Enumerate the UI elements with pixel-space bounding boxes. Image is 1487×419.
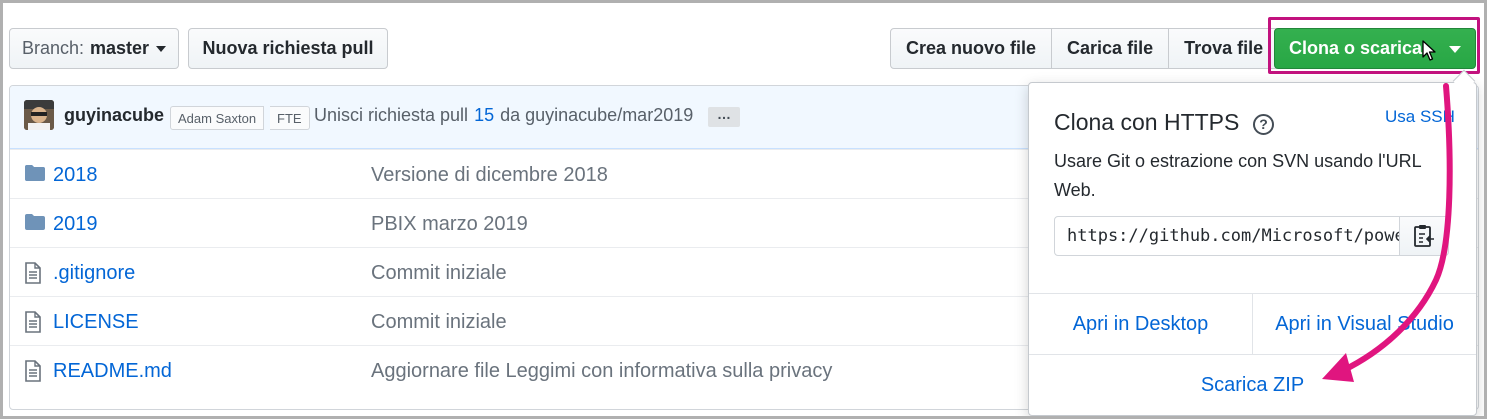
find-file-button[interactable]: Trova file xyxy=(1169,28,1280,69)
upload-files-button[interactable]: Carica file xyxy=(1052,28,1170,69)
expand-commit-button[interactable]: … xyxy=(708,107,740,127)
branch-prefix-label: Branch: xyxy=(21,38,84,58)
copy-url-button[interactable] xyxy=(1399,216,1449,256)
file-commit-message[interactable]: Commit iniziale xyxy=(371,311,507,334)
new-pull-request-button[interactable]: Nuova richiesta pull xyxy=(188,28,388,69)
clone-https-title: Clona con HTTPS xyxy=(1054,109,1240,135)
coauthor-tag: Adam Saxton xyxy=(170,106,265,130)
folder-icon xyxy=(25,165,45,181)
avatar[interactable] xyxy=(24,100,54,130)
clone-url-field[interactable]: https://github.com/Microsoft/powerbi-des… xyxy=(1054,216,1400,256)
commit-author-link[interactable]: guyinacube xyxy=(64,105,164,126)
folder-icon xyxy=(25,214,45,230)
file-commit-message[interactable]: Aggiornare file Leggimi con informativa … xyxy=(371,360,832,383)
pull-request-link[interactable]: 15 xyxy=(474,105,494,125)
branch-name-label: master xyxy=(90,38,150,58)
file-commit-message[interactable]: PBIX marzo 2019 xyxy=(371,213,528,236)
download-zip-button[interactable]: Scarica ZIP xyxy=(1029,355,1476,415)
commit-message-prefix: Unisci richiesta pull xyxy=(314,105,469,125)
open-actions: Apri in Desktop Apri in Visual Studio xyxy=(1029,293,1476,355)
open-in-visual-studio-button[interactable]: Apri in Visual Studio xyxy=(1252,294,1476,354)
commit-message-suffix: da guyinacube/mar2019 xyxy=(500,105,694,125)
file-name-link[interactable]: 2018 xyxy=(53,164,98,187)
commit-message: Unisci richiesta pull 15 da guyinacube/mar… xyxy=(314,105,693,126)
file-icon xyxy=(25,360,41,382)
caret-down-icon xyxy=(1449,46,1461,53)
role-tag: FTE xyxy=(270,106,310,130)
file-icon xyxy=(25,311,41,333)
use-ssh-link[interactable]: Usa SSH xyxy=(1385,107,1455,127)
file-commit-message[interactable]: Versione di dicembre 2018 xyxy=(371,164,608,187)
caret-down-icon xyxy=(156,45,167,52)
file-actions-group: Crea nuovo file Carica file Trova file xyxy=(890,28,1280,69)
clone-or-download-label: Clona o scarica xyxy=(1289,38,1423,58)
file-name-link[interactable]: .gitignore xyxy=(53,262,135,285)
question-circle-icon[interactable]: ? xyxy=(1253,114,1274,135)
create-new-file-button[interactable]: Crea nuovo file xyxy=(890,28,1053,69)
clone-description: Usare Git o estrazione con SVN usando l'… xyxy=(1054,151,1421,200)
file-name-link[interactable]: README.md xyxy=(53,360,172,383)
mouse-pointer-icon xyxy=(1422,40,1436,61)
clone-or-download-button[interactable]: Clona o scarica xyxy=(1274,28,1476,69)
clipboard-icon xyxy=(1414,225,1434,247)
file-commit-message[interactable]: Commit iniziale xyxy=(371,262,507,285)
file-icon xyxy=(25,262,41,284)
branch-selector-button[interactable]: Branch: master xyxy=(9,28,179,69)
file-name-link[interactable]: LICENSE xyxy=(53,311,139,334)
file-name-link[interactable]: 2019 xyxy=(53,213,98,236)
clone-dropdown: Clona con HTTPS ? Usa SSH Usare Git o es… xyxy=(1028,82,1477,416)
open-in-desktop-button[interactable]: Apri in Desktop xyxy=(1029,294,1252,354)
